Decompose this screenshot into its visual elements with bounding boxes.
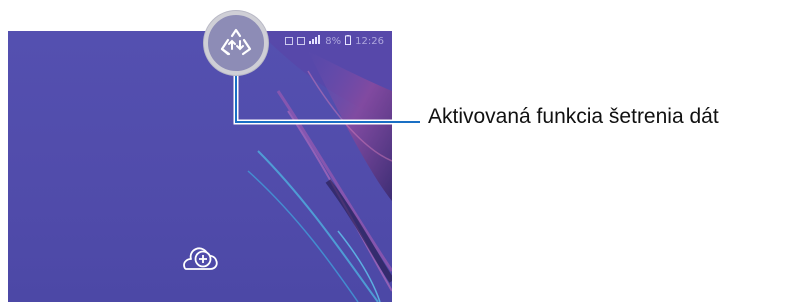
status-time: 12:26 [355,35,384,47]
cloud-add-icon[interactable] [180,245,220,273]
signal-icon [309,35,321,47]
illustration: 8% 12:26 Aktivovaná funkcia šetrenia dát [0,0,788,302]
status-bar: 8% 12:26 [285,33,384,49]
data-saver-magnifier [204,11,268,75]
notification-icon [285,37,294,45]
battery-icon [345,34,352,48]
phone-screen: 8% 12:26 [8,31,392,302]
wifi-icon [297,37,306,45]
battery-percent: 8% [325,35,342,47]
data-saver-icon [220,28,252,56]
callout-label: Aktivovaná funkcia šetrenia dát [428,105,719,128]
